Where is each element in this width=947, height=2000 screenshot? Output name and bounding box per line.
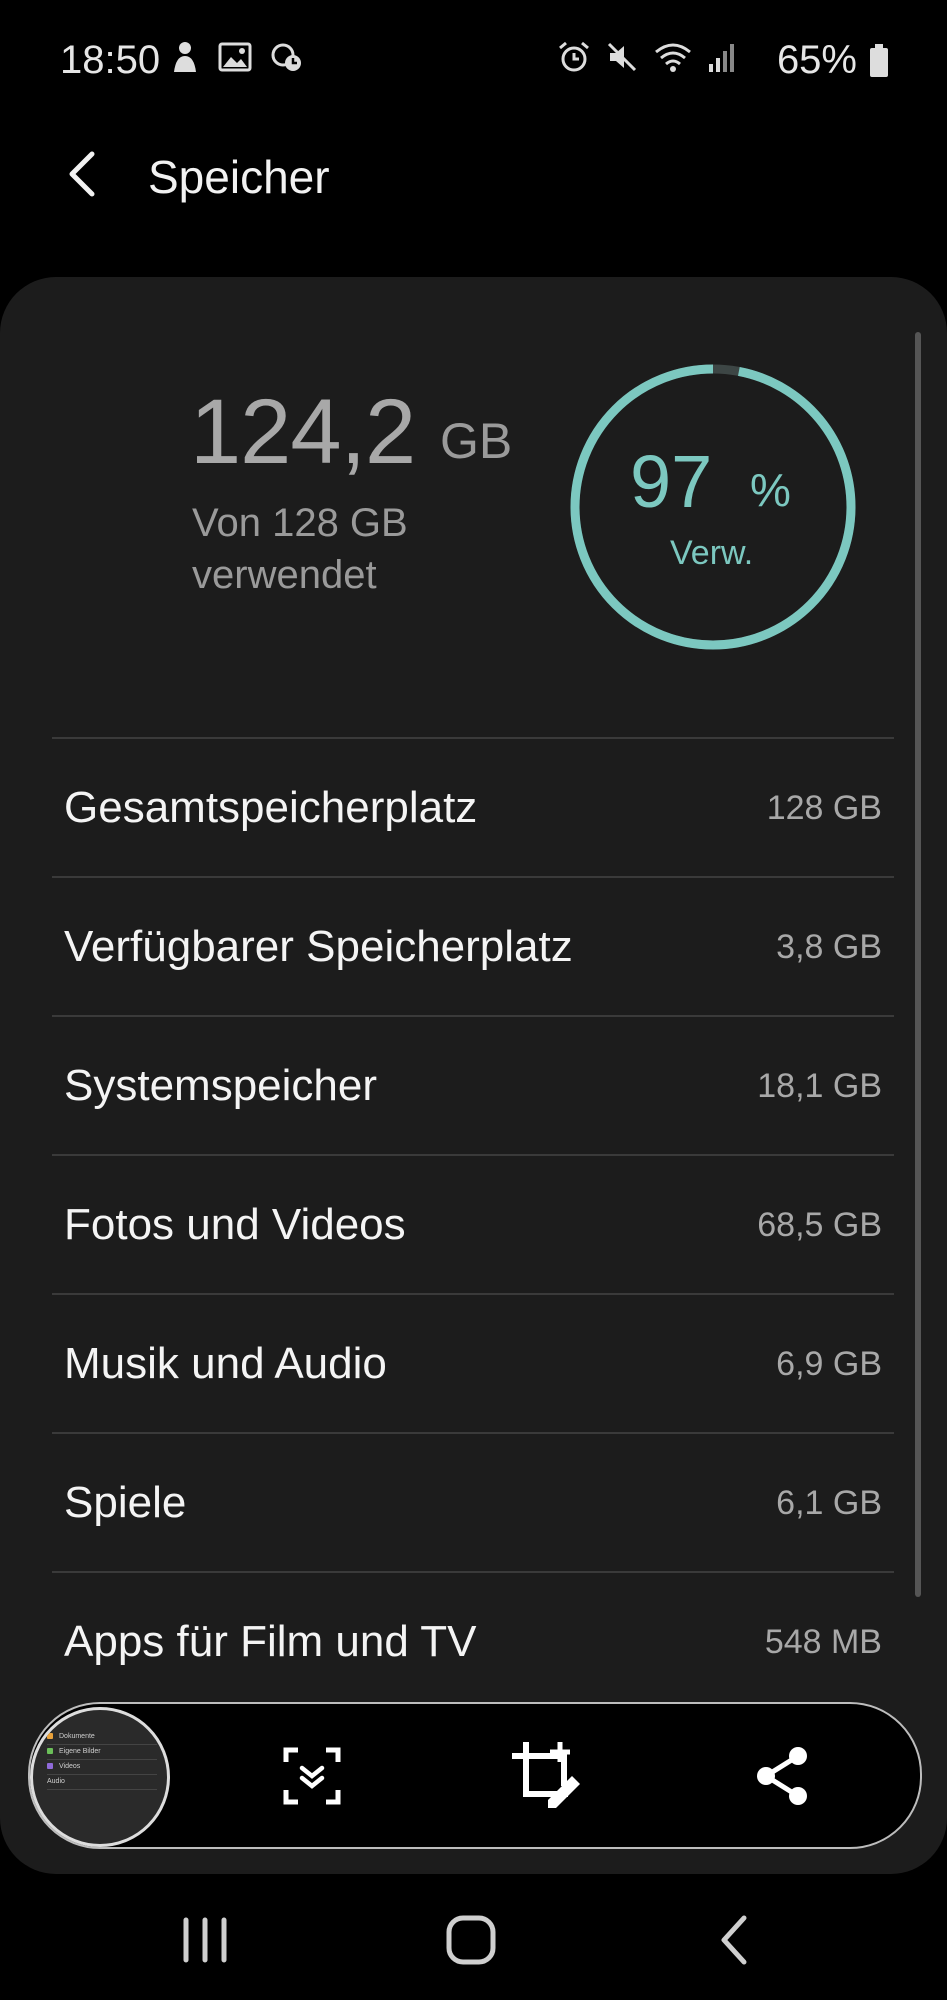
battery-icon bbox=[870, 44, 888, 77]
used-storage-unit: GB bbox=[440, 413, 513, 469]
recent-apps-icon[interactable] bbox=[170, 1910, 240, 1970]
image-icon bbox=[218, 42, 252, 72]
usage-label: Verw. bbox=[670, 534, 754, 572]
list-item-value: 3,8 GB bbox=[776, 928, 882, 966]
app-bar: Speicher bbox=[0, 120, 947, 230]
thumbnail-row-label: Audio bbox=[47, 1778, 65, 1785]
wifi-icon bbox=[655, 43, 691, 72]
share-icon[interactable] bbox=[752, 1744, 816, 1808]
list-item-value: 68,5 GB bbox=[757, 1206, 882, 1244]
status-bar: 18:50 65% bbox=[0, 0, 947, 120]
thumbnail-content: Dokumente Eigene Bilder Videos Audio bbox=[47, 1730, 157, 1790]
home-icon[interactable] bbox=[436, 1910, 506, 1970]
list-item-label: Spiele bbox=[64, 1478, 187, 1527]
usage-percent-sign: % bbox=[750, 464, 791, 516]
status-time: 18:50 bbox=[60, 38, 161, 82]
list-item-value: 6,1 GB bbox=[776, 1484, 882, 1522]
scroll-capture-icon[interactable] bbox=[280, 1744, 344, 1808]
thumbnail-row: Dokumente bbox=[47, 1730, 157, 1745]
used-storage-caption: Von 128 GB verwendet bbox=[192, 501, 408, 597]
usage-percent: 97 bbox=[630, 440, 713, 523]
storage-list: Gesamtspeicherplatz 128 GB Verfügbarer S… bbox=[52, 737, 894, 1710]
signal-icon bbox=[709, 44, 734, 72]
crop-edit-icon[interactable] bbox=[508, 1738, 582, 1812]
thumbnail-dot bbox=[47, 1733, 53, 1739]
usage-ring-chart bbox=[570, 364, 856, 650]
list-item-value: 18,1 GB bbox=[757, 1067, 882, 1105]
thumbnail-row: Videos bbox=[47, 1760, 157, 1775]
list-item-total[interactable]: Gesamtspeicherplatz 128 GB bbox=[52, 737, 894, 876]
list-item-available[interactable]: Verfügbarer Speicherplatz 3,8 GB bbox=[52, 876, 894, 1015]
screenshot-thumbnail[interactable]: Dokumente Eigene Bilder Videos Audio bbox=[30, 1707, 170, 1847]
back-arrow-icon[interactable] bbox=[58, 146, 108, 202]
used-storage-value: 124,2 bbox=[190, 381, 416, 483]
list-item-label: Verfügbarer Speicherplatz bbox=[64, 922, 573, 971]
list-item-label: Gesamtspeicherplatz bbox=[64, 783, 478, 832]
list-item-photos-videos[interactable]: Fotos und Videos 68,5 GB bbox=[52, 1154, 894, 1293]
thumbnail-row-label: Eigene Bilder bbox=[59, 1748, 101, 1755]
list-item-label: Fotos und Videos bbox=[64, 1200, 406, 1249]
battery-percent: 65% bbox=[776, 38, 857, 82]
clock-sync-icon bbox=[271, 43, 301, 71]
screenshot-toolbar: Dokumente Eigene Bilder Videos Audio bbox=[28, 1702, 922, 1849]
thumbnail-dot bbox=[47, 1748, 53, 1754]
list-item-film-tv-apps[interactable]: Apps für Film und TV 548 MB bbox=[52, 1571, 894, 1710]
navigation-bar bbox=[0, 1880, 947, 2000]
back-icon[interactable] bbox=[700, 1910, 770, 1970]
list-item-system[interactable]: Systemspeicher 18,1 GB bbox=[52, 1015, 894, 1154]
thumbnail-row: Eigene Bilder bbox=[47, 1745, 157, 1760]
list-item-value: 128 GB bbox=[766, 789, 882, 827]
notification-person-icon bbox=[174, 42, 196, 72]
list-item-games[interactable]: Spiele 6,1 GB bbox=[52, 1432, 894, 1571]
list-item-music-audio[interactable]: Musik und Audio 6,9 GB bbox=[52, 1293, 894, 1432]
status-right-icons bbox=[557, 40, 737, 74]
list-item-label: Systemspeicher bbox=[64, 1061, 378, 1110]
thumbnail-row-label: Dokumente bbox=[59, 1733, 95, 1740]
list-item-value: 6,9 GB bbox=[776, 1345, 882, 1383]
status-left-icons bbox=[170, 40, 304, 74]
list-item-value: 548 MB bbox=[764, 1623, 882, 1661]
list-item-label: Musik und Audio bbox=[64, 1339, 387, 1388]
storage-card: 124,2 GB Von 128 GB verwendet 97 % Verw.… bbox=[0, 277, 947, 1874]
alarm-icon bbox=[559, 41, 589, 72]
usage-ring-arc bbox=[570, 364, 856, 650]
thumbnail-dot bbox=[47, 1763, 53, 1769]
scrollbar[interactable] bbox=[915, 332, 921, 1597]
list-item-label: Apps für Film und TV bbox=[64, 1617, 477, 1666]
page-title: Speicher bbox=[148, 151, 330, 203]
mute-icon bbox=[607, 42, 637, 72]
thumbnail-row-label: Videos bbox=[59, 1763, 81, 1770]
thumbnail-row: Audio bbox=[47, 1775, 157, 1790]
